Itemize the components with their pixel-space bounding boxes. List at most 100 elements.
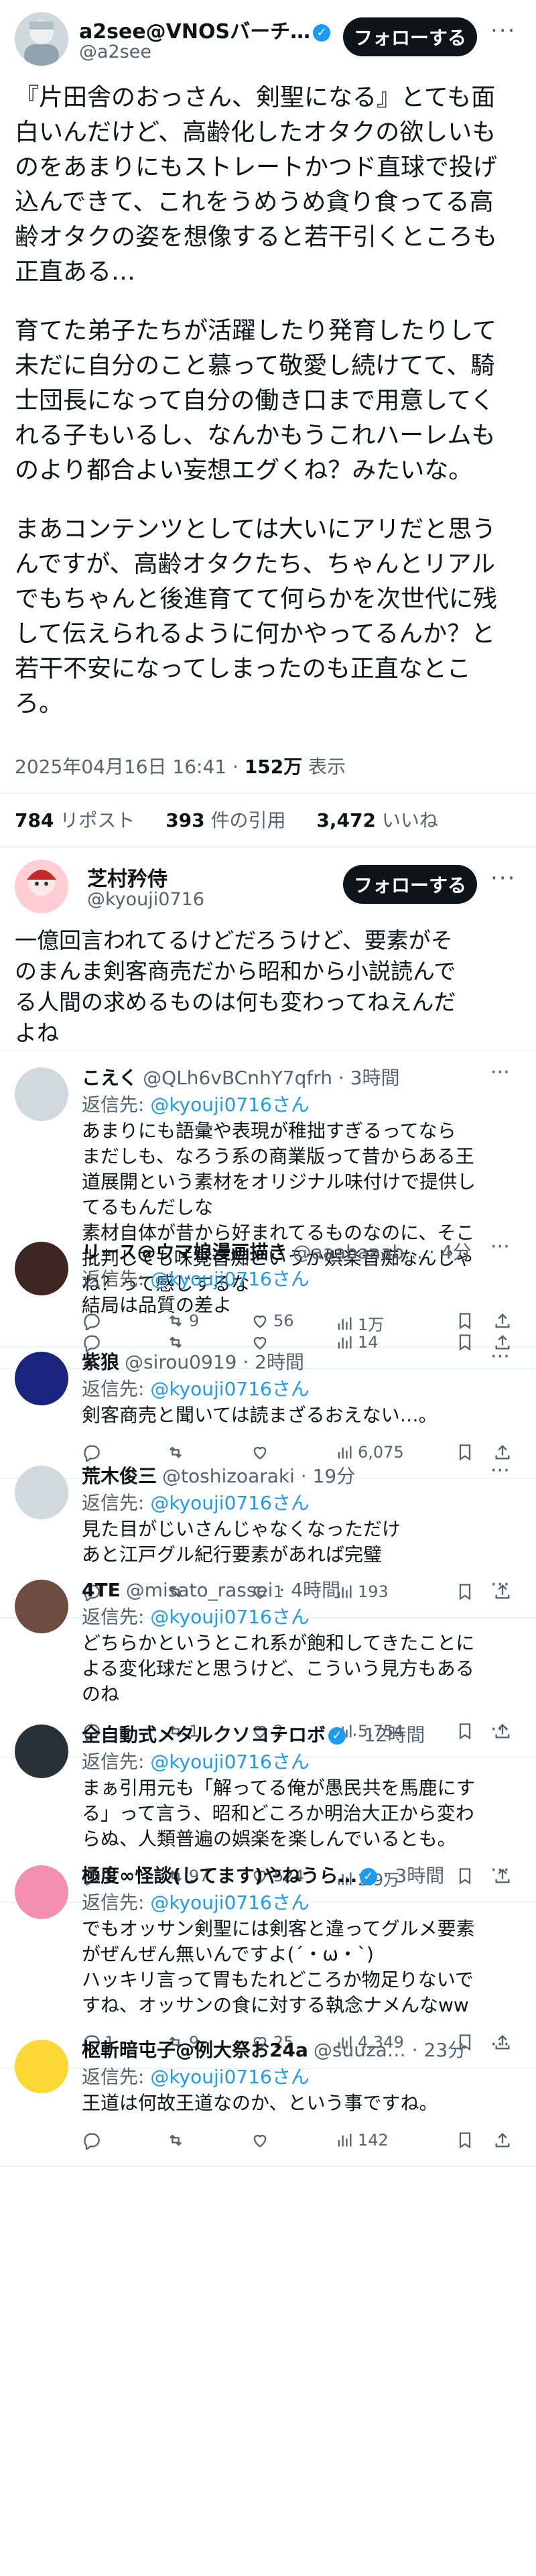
views-button[interactable]: 142: [335, 2131, 389, 2150]
reply-time[interactable]: 4時間: [291, 1579, 340, 1601]
bookmark-icon[interactable]: [456, 1443, 474, 1462]
body-line: てるもんだしな: [82, 1196, 214, 1218]
body-line: 結局は品質の差よ: [82, 1294, 232, 1316]
author-handle[interactable]: @sirou0919: [125, 1351, 237, 1373]
reply-text: 剣客商売と聞いては読まざるおえない…。: [82, 1403, 524, 1428]
author-name[interactable]: 紫狼: [82, 1351, 119, 1373]
repost-count[interactable]: 784 リポスト: [15, 809, 135, 831]
reply-to-link[interactable]: @kyouji0716さん: [150, 1751, 309, 1773]
author-name[interactable]: こえく: [82, 1067, 137, 1089]
reply-to-link[interactable]: @kyouji0716さん: [150, 1094, 309, 1116]
reply-to-link[interactable]: @kyouji0716さん: [150, 1606, 309, 1628]
author-name[interactable]: 全自動式メタルクソコテロボ: [82, 1724, 326, 1746]
more-icon[interactable]: ···: [490, 1573, 510, 1596]
avatar[interactable]: [15, 1067, 68, 1121]
avatar[interactable]: [15, 1580, 68, 1633]
author-name[interactable]: リース@ウマ娘漫画描き: [82, 1241, 287, 1263]
reply-time[interactable]: 23分: [424, 2039, 467, 2061]
more-icon[interactable]: ···: [490, 1459, 510, 1482]
views-icon: [338, 2133, 352, 2147]
more-icon[interactable]: ···: [490, 2033, 510, 2056]
avatar[interactable]: [15, 2040, 68, 2093]
author-handle[interactable]: @misato_rassei: [126, 1579, 273, 1601]
body-line: 込んできて、これをうめうめ貪り食ってる高: [15, 188, 494, 216]
reply-time[interactable]: 19分: [313, 1465, 356, 1487]
reply-to-link[interactable]: @kyouji0716さん: [150, 1268, 309, 1290]
separator: ·: [405, 2039, 424, 2061]
reply-time[interactable]: 2時間: [255, 1351, 304, 1373]
author-name[interactable]: 枢斬暗屯子@例大祭お24a: [82, 2039, 308, 2061]
avatar[interactable]: [15, 860, 68, 913]
avatar[interactable]: [15, 1865, 68, 1919]
divider: [0, 2166, 536, 2167]
retweet-icon: [170, 2134, 182, 2146]
reply-time[interactable]: 3時間: [350, 1067, 400, 1089]
views-icon: [338, 1446, 352, 1459]
like-button[interactable]: [251, 1443, 273, 1462]
body-line: あまりにも語彙や表現が稚拙すぎるってなら: [82, 1120, 456, 1142]
reply-to-link[interactable]: @kyouji0716さん: [150, 2066, 309, 2088]
reply-time[interactable]: 4分: [441, 1241, 472, 1263]
reply-header: 枢斬暗屯子@例大祭お24a @suuza… · 23分: [82, 2036, 524, 2062]
more-icon[interactable]: ···: [490, 17, 516, 44]
reply-to: 返信先: @kyouji0716さん: [82, 2062, 310, 2089]
reply-to-link[interactable]: @kyouji0716さん: [150, 1891, 309, 1914]
avatar[interactable]: [15, 12, 68, 66]
reply-text: どちらかというとこれ系が飽和してきたことに よる変化球だと思うけど、こういう見方も…: [82, 1631, 524, 1707]
reply-to-label: 返信先:: [82, 2066, 151, 2088]
author-name[interactable]: 荒木俊三: [82, 1465, 157, 1487]
more-icon[interactable]: ···: [490, 1235, 510, 1258]
share-icon[interactable]: [493, 2131, 512, 2150]
bookmark-icon[interactable]: [456, 2131, 474, 2150]
body-line: すね、オッサンの食に対する執念ナメんなww: [82, 1994, 469, 2016]
author-handle[interactable]: @suuza…: [314, 2039, 406, 2061]
like-button[interactable]: [251, 2131, 273, 2150]
body-line: のをあまりにもストレートかつド直球で投げ: [15, 154, 498, 181]
reply-to-label: 返信先:: [82, 1492, 151, 1514]
body-line: 若干不安になってしまったのも正直なとこ: [15, 655, 471, 683]
author-handle[interactable]: @kyouji0716: [87, 889, 204, 910]
body-line: まだしも、なろう系の商業版って昔からある王: [82, 1145, 474, 1167]
body-line: 正直ある…: [15, 258, 136, 286]
retweet-icon: [170, 1446, 182, 1458]
avatar[interactable]: [15, 1724, 68, 1778]
retweet-button[interactable]: [166, 2131, 189, 2150]
author-name[interactable]: 4TE: [82, 1579, 121, 1601]
quote-count[interactable]: 393 件の引用: [165, 809, 285, 831]
more-icon[interactable]: ···: [490, 1718, 510, 1741]
more-icon[interactable]: ···: [490, 1061, 510, 1084]
more-icon[interactable]: ···: [490, 1345, 510, 1368]
reply-header: 荒木俊三 @toshizoaraki · 19分: [82, 1462, 524, 1488]
timestamp[interactable]: 2025年04月16日 16:41: [15, 756, 226, 778]
author-name[interactable]: 極度∞怪談(してます)やねうら…: [82, 1865, 357, 1887]
tweet-body: 『片田舎のおっさん、剣聖になる』とても面 白いんだけど、高齢化したオタクの欲しいも…: [15, 80, 524, 721]
separator: ·: [273, 1579, 291, 1601]
body-line: よね: [15, 1020, 59, 1046]
more-icon[interactable]: ···: [490, 865, 516, 892]
avatar[interactable]: [15, 1352, 68, 1405]
views-button[interactable]: 6,075: [335, 1443, 404, 1462]
reply-to: 返信先: @kyouji0716さん: [82, 1747, 310, 1774]
more-icon[interactable]: ···: [490, 1859, 510, 1882]
reply-time[interactable]: 3時間: [395, 1865, 444, 1887]
reply-button[interactable]: [82, 1443, 105, 1462]
author-handle[interactable]: @QLh6vBCnhY7qfrh: [143, 1067, 332, 1089]
reply-icon: [84, 2133, 100, 2150]
reply-to-link[interactable]: @kyouji0716さん: [150, 1492, 309, 1514]
author-name[interactable]: a2see@VNOSバーチ…: [79, 20, 310, 44]
follow-button[interactable]: フォローする: [343, 17, 477, 56]
follow-button[interactable]: フォローする: [343, 865, 477, 904]
reply-to-link[interactable]: @kyouji0716さん: [150, 1378, 309, 1400]
reply-button[interactable]: [82, 2131, 105, 2150]
separator: ·: [294, 1465, 313, 1487]
body-line: 育てた弟子たちが活躍したり発育したりして: [15, 317, 496, 345]
retweet-button[interactable]: [166, 1443, 189, 1462]
author-handle[interactable]: @toshizoaraki: [162, 1465, 295, 1487]
author-handle[interactable]: @a2see: [79, 42, 151, 62]
avatar[interactable]: [15, 1242, 68, 1295]
reply-time[interactable]: 12時間: [364, 1724, 425, 1746]
like-count[interactable]: 3,472 いいね: [316, 809, 438, 831]
author-name[interactable]: 芝村矜侍: [87, 862, 168, 892]
author-handle[interactable]: @aaabaaab…: [293, 1241, 423, 1263]
avatar[interactable]: [15, 1466, 68, 1519]
